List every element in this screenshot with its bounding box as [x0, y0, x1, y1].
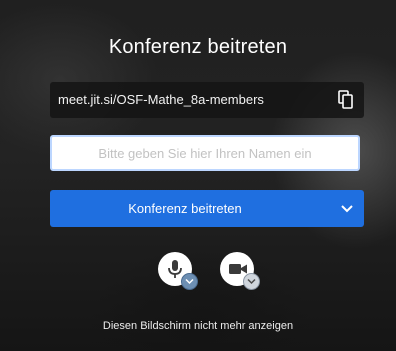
chevron-down-icon [247, 278, 256, 285]
copy-icon[interactable] [338, 90, 354, 110]
camera-button[interactable] [220, 252, 260, 290]
dont-show-again-link[interactable]: Diesen Bildschirm nicht mehr anzeigen [0, 320, 396, 332]
meeting-url-text: meet.jit.si/OSF-Mathe_8a-members [58, 92, 264, 107]
join-conference-label: Konferenz beitreten [128, 201, 242, 216]
chevron-down-icon [185, 278, 194, 285]
name-input[interactable] [50, 135, 360, 171]
page-title: Konferenz beitreten [108, 36, 288, 58]
join-conference-button[interactable]: Konferenz beitreten [50, 190, 364, 227]
chevron-down-icon[interactable] [340, 202, 354, 216]
microphone-options-button[interactable] [181, 273, 198, 290]
microphone-button[interactable] [158, 252, 198, 290]
camera-options-button[interactable] [243, 273, 260, 290]
meeting-url-box: meet.jit.si/OSF-Mathe_8a-members [50, 82, 364, 118]
